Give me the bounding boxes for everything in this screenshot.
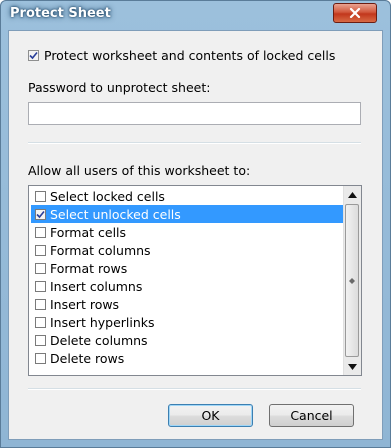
scroll-down-button[interactable]: [344, 358, 361, 375]
list-item[interactable]: Delete columns: [31, 331, 344, 349]
list-scrollbar[interactable]: [343, 186, 361, 375]
item-label: Delete columns: [50, 332, 148, 348]
separator: [28, 142, 361, 144]
item-label: Format rows: [50, 260, 128, 276]
close-icon: [349, 8, 361, 18]
list-item[interactable]: Select unlocked cells: [31, 205, 344, 223]
protect-sheet-dialog: Protect Sheet Protect worksheet and cont…: [0, 0, 391, 448]
item-checkbox[interactable]: [35, 316, 46, 328]
item-checkbox[interactable]: [35, 208, 46, 220]
grip-icon: [349, 277, 355, 284]
protect-contents-label: Protect worksheet and contents of locked…: [44, 48, 336, 63]
list-item[interactable]: Insert rows: [31, 295, 344, 313]
item-label: Select unlocked cells: [50, 206, 181, 222]
item-checkbox[interactable]: [35, 262, 46, 274]
dialog-body: Protect worksheet and contents of locked…: [8, 30, 383, 440]
list-item[interactable]: Format cells: [31, 223, 344, 241]
check-icon: [29, 51, 38, 60]
item-label: Format cells: [50, 224, 127, 240]
close-button[interactable]: [333, 3, 377, 23]
item-label: Insert columns: [50, 278, 143, 294]
scroll-up-icon: [348, 191, 357, 198]
item-checkbox[interactable]: [35, 352, 46, 364]
allow-users-label: Allow all users of this worksheet to:: [28, 163, 251, 178]
protect-contents-checkbox[interactable]: Protect worksheet and contents of locked…: [28, 48, 335, 63]
list-item[interactable]: Format columns: [31, 241, 344, 259]
item-checkbox[interactable]: [35, 244, 46, 256]
item-label: Insert hyperlinks: [50, 314, 155, 330]
title-bar[interactable]: Protect Sheet: [0, 0, 391, 30]
item-checkbox[interactable]: [35, 190, 46, 202]
cancel-button[interactable]: Cancel: [269, 404, 354, 427]
scroll-up-button[interactable]: [344, 186, 361, 203]
item-label: Delete rows: [50, 350, 125, 366]
item-checkbox[interactable]: [35, 226, 46, 238]
list-item[interactable]: Format rows: [31, 259, 344, 277]
item-checkbox[interactable]: [35, 334, 46, 346]
scroll-thumb[interactable]: [345, 204, 359, 357]
ok-button[interactable]: OK: [168, 404, 253, 427]
list-item[interactable]: Select locked cells: [31, 187, 344, 205]
scroll-down-icon: [348, 363, 357, 370]
list-item[interactable]: Delete rows: [31, 349, 344, 367]
permissions-list[interactable]: Select locked cells Select unlocked cells…: [28, 185, 362, 376]
check-icon: [36, 210, 45, 218]
item-label: Format columns: [50, 242, 151, 258]
item-label: Insert rows: [50, 296, 120, 312]
checkbox-box[interactable]: [28, 50, 39, 61]
item-label: Select locked cells: [50, 188, 165, 204]
item-checkbox[interactable]: [35, 280, 46, 292]
separator: [28, 388, 361, 390]
item-checkbox[interactable]: [35, 298, 46, 310]
list-item[interactable]: Insert columns: [31, 277, 344, 295]
password-input[interactable]: [28, 102, 361, 125]
dialog-title: Protect Sheet: [10, 6, 111, 21]
list-item[interactable]: Insert hyperlinks: [31, 313, 344, 331]
password-label: Password to unprotect sheet:: [28, 80, 211, 95]
